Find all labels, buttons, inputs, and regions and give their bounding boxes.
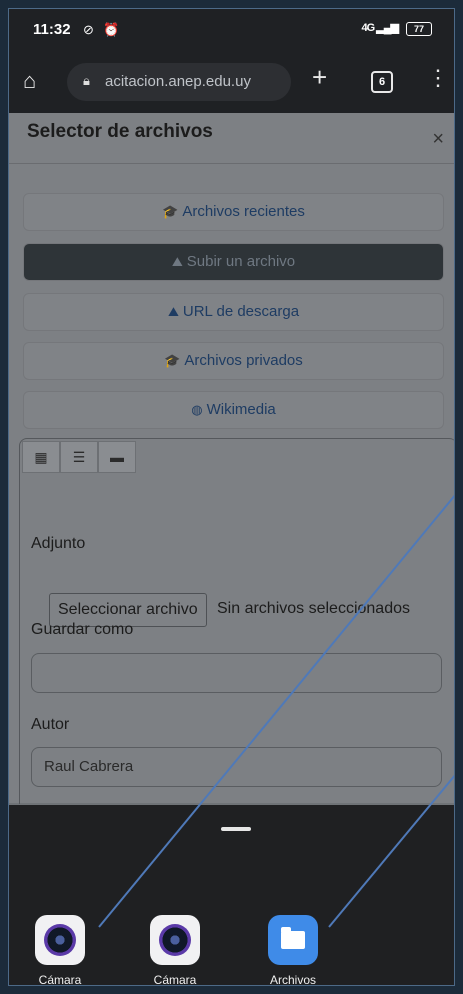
annotation-lines xyxy=(98,494,454,928)
annotation-line-files xyxy=(328,774,454,928)
phone-screen: 11:32 ⊘ ⏰ 4G ▂▄▆ 77 ⌂ 🔒︎ acitacion.anep.… xyxy=(8,8,455,986)
annotation-line-camera xyxy=(98,494,454,928)
